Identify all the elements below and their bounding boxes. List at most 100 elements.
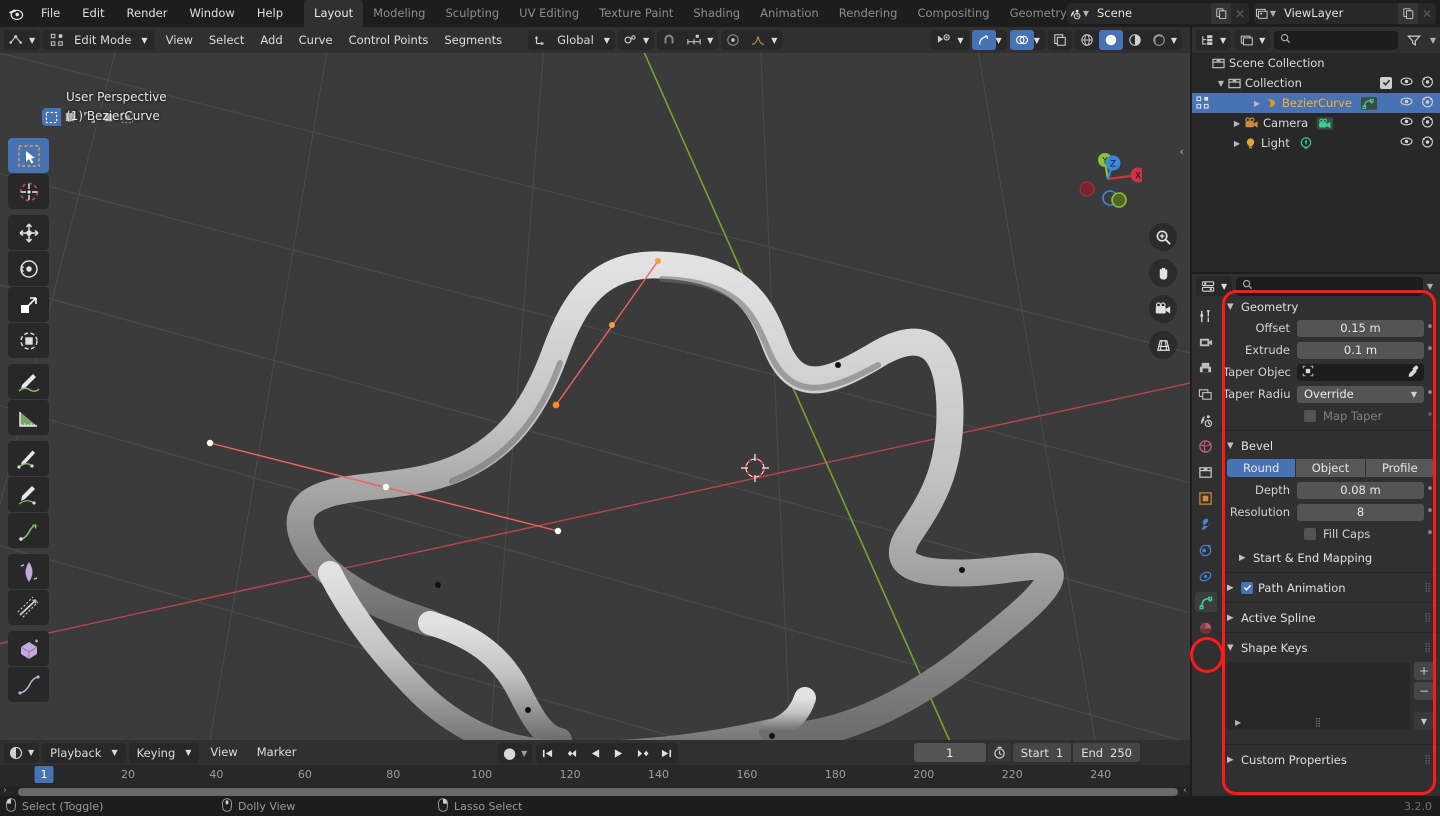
gizmo-controls[interactable]: ▼: [971, 30, 1007, 50]
timeline-marker-menu[interactable]: Marker: [249, 740, 305, 765]
frame-end-field[interactable]: End 250: [1073, 743, 1140, 762]
viewlayer-name[interactable]: ViewLayer: [1280, 3, 1398, 24]
properties-editor[interactable]: ▼ ▼ ▼ Geometry Offset 0.15 m • Extrude 0…: [1192, 274, 1440, 816]
top-menu-render[interactable]: Render: [116, 0, 179, 27]
triangle-right-icon[interactable]: ▶: [1235, 718, 1241, 727]
auto-keying-controls[interactable]: ● ▼: [498, 743, 533, 763]
properties-options-chevron-down-icon[interactable]: ▼: [1427, 282, 1436, 291]
remove-shape-key-button[interactable]: −: [1414, 682, 1434, 700]
scene-selector[interactable]: ▼ Scene ✕: [1067, 3, 1249, 24]
workspace-tab-shading[interactable]: Shading: [683, 0, 750, 27]
annotate-tool-icon[interactable]: [8, 364, 49, 399]
render-icon[interactable]: [1195, 332, 1217, 352]
xray-toggle[interactable]: [1047, 30, 1072, 50]
pivot-point-selector[interactable]: ▼: [617, 30, 655, 50]
top-menu-file[interactable]: File: [30, 0, 71, 27]
eyedropper-icon[interactable]: [1407, 365, 1419, 380]
grip-dots-icon[interactable]: ⣿: [1424, 613, 1432, 623]
workspace-tab-uv-editing[interactable]: UV Editing: [509, 0, 589, 27]
hide-in-viewport-eye-icon[interactable]: [1400, 136, 1413, 150]
remove-scene-button[interactable]: ✕: [1231, 3, 1249, 24]
properties-search-input[interactable]: [1236, 276, 1423, 296]
extrude-field[interactable]: 0.1 m: [1297, 341, 1424, 359]
start-end-mapping-header[interactable]: ▶ Start & End Mapping: [1219, 547, 1440, 568]
workspace-tab-sculpting[interactable]: Sculpting: [435, 0, 509, 27]
material-icon[interactable]: [1195, 618, 1217, 638]
animate-property-dot-icon[interactable]: •: [1424, 483, 1436, 496]
timeline-playhead[interactable]: 1: [34, 766, 54, 783]
transform-orientation-selector[interactable]: Global ▼: [528, 30, 615, 50]
workspace-tab-rendering[interactable]: Rendering: [829, 0, 908, 27]
workspace-tab-texture-paint[interactable]: Texture Paint: [589, 0, 683, 27]
disable-in-renders-camera-icon[interactable]: [1421, 96, 1434, 111]
output-icon[interactable]: [1195, 358, 1217, 378]
blender-logo-icon[interactable]: [0, 5, 30, 22]
bevel-type-round[interactable]: Round: [1227, 459, 1296, 477]
scene-name[interactable]: Scene: [1093, 3, 1211, 24]
grip-dots-icon[interactable]: ⣿: [1424, 643, 1432, 653]
overlays-icon[interactable]: [1009, 30, 1034, 50]
view-layer-icon[interactable]: [1195, 384, 1217, 404]
outliner-editor[interactable]: ▼ ▼ ▼ Scene Collection ▼ Collection ▶ Bezier…: [1192, 27, 1440, 272]
animate-property-dot-icon[interactable]: •: [1424, 321, 1436, 334]
grip-dots-icon[interactable]: ⣿: [1424, 583, 1432, 593]
curve-data-icon[interactable]: [1194, 592, 1217, 612]
viewport-menu-select[interactable]: Select: [201, 27, 252, 53]
light-green-icon[interactable]: [1298, 136, 1314, 151]
top-menu-help[interactable]: Help: [246, 0, 294, 27]
filter-funnel-icon[interactable]: [1402, 30, 1426, 50]
hide-in-viewport-eye-icon[interactable]: [1400, 76, 1413, 90]
bevel-panel-header[interactable]: ▼ Bevel: [1219, 435, 1440, 456]
outliner-row-light[interactable]: ▶ Light: [1192, 133, 1440, 153]
shape-key-specials-menu[interactable]: ▼: [1414, 712, 1434, 730]
shear-tool-icon[interactable]: [8, 590, 49, 625]
to-sphere-tool-icon[interactable]: [8, 631, 49, 666]
disable-in-renders-camera-icon[interactable]: [1421, 76, 1434, 91]
outliner-filter-scene[interactable]: ▼: [1235, 30, 1271, 50]
tweak-select-tool-icon[interactable]: [8, 138, 49, 173]
sidebar-toggle-arrow-icon[interactable]: ‹: [1180, 145, 1184, 158]
path-animation-checkbox[interactable]: [1241, 581, 1253, 594]
outliner-row-beziercurve[interactable]: ▶ BezierCurve: [1192, 93, 1440, 113]
top-menu-window[interactable]: Window: [178, 0, 245, 27]
keying-menu[interactable]: Keying ▼: [128, 742, 200, 763]
transport-controls[interactable]: [536, 743, 679, 763]
path-animation-header[interactable]: ▶ Path Animation ⣿: [1219, 577, 1440, 598]
resolution-field[interactable]: 8: [1297, 503, 1424, 521]
next-keyframe-icon[interactable]: [630, 743, 655, 763]
outliner-display-mode[interactable]: ▼: [1196, 30, 1232, 50]
bevel-type-object[interactable]: Object: [1296, 459, 1365, 477]
disable-in-renders-camera-icon[interactable]: [1421, 116, 1434, 131]
camera-green-icon[interactable]: [1316, 116, 1334, 131]
hide-in-viewport-eye-icon[interactable]: [1400, 116, 1413, 130]
timeline-editor[interactable]: ▼ Playback ▼ Keying ▼ View Marker ● ▼ 1 …: [0, 740, 1190, 797]
viewport-menu-view[interactable]: View: [158, 27, 201, 53]
jump-start-icon[interactable]: [536, 743, 559, 763]
cursor-tool-icon[interactable]: [8, 174, 49, 209]
outliner-row-camera[interactable]: ▶ Camera: [1192, 113, 1440, 133]
depth-field[interactable]: 0.08 m: [1297, 481, 1424, 499]
workspace-tab-modeling[interactable]: Modeling: [363, 0, 435, 27]
new-scene-button[interactable]: [1211, 3, 1231, 24]
timeline-view-menu[interactable]: View: [202, 740, 245, 765]
move-tool-icon[interactable]: [8, 215, 49, 250]
record-keyframe-icon[interactable]: ●: [498, 743, 521, 763]
animate-property-dot-icon[interactable]: •: [1424, 343, 1436, 356]
viewport-menu-curve[interactable]: Curve: [291, 27, 341, 53]
map-taper-checkbox[interactable]: [1304, 410, 1316, 422]
measure-tool-icon[interactable]: [8, 400, 49, 435]
current-frame-field[interactable]: 1: [913, 743, 986, 762]
scene-icon[interactable]: [1195, 410, 1217, 430]
properties-editor-type[interactable]: ▼: [1196, 276, 1233, 296]
pan-hand-icon[interactable]: [1149, 259, 1177, 287]
extrude-curve-tool-icon[interactable]: [8, 477, 49, 512]
chevron-down-icon[interactable]: ▼: [1214, 79, 1228, 88]
taper-radius-dropdown[interactable]: Override ▼: [1297, 385, 1424, 403]
custom-properties-header[interactable]: ▶ Custom Properties ⣿: [1219, 749, 1440, 770]
outliner-row-collection[interactable]: ▼ Collection: [1192, 73, 1440, 93]
viewport-menu-segments[interactable]: Segments: [436, 27, 510, 53]
chevron-right-icon[interactable]: ▶: [1250, 99, 1264, 108]
hide-in-viewport-eye-icon[interactable]: [1400, 96, 1413, 110]
shape-keys-list[interactable]: ▶ ⣿: [1227, 662, 1410, 730]
active-spline-header[interactable]: ▶ Active Spline ⣿: [1219, 607, 1440, 628]
